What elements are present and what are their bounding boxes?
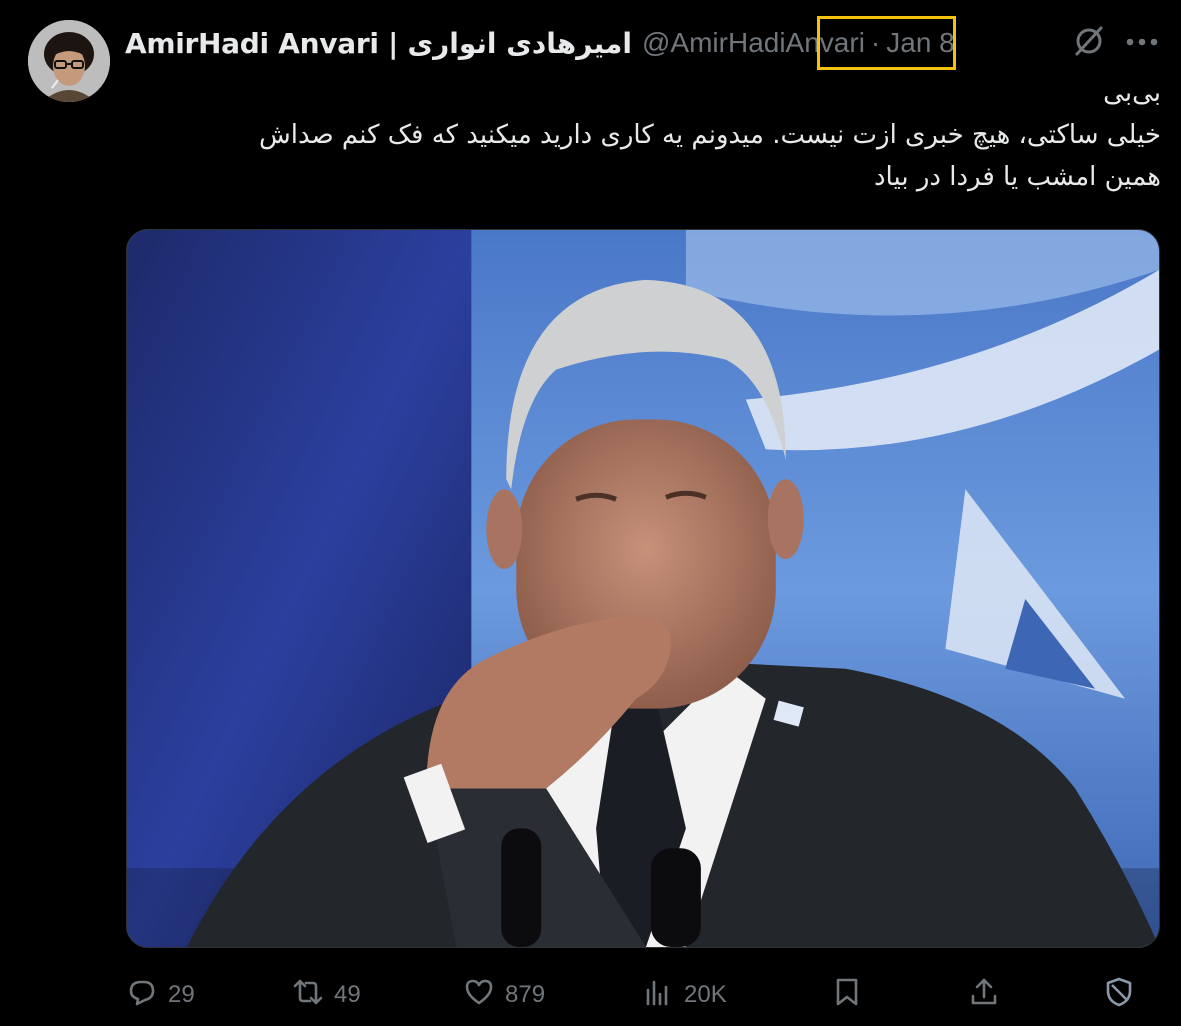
bookmark-button[interactable] [831,972,863,1018]
tweet-text: بی‌بی خیلی ساکتی، هیچ خبری ازت نیست. مید… [141,72,1161,198]
views-count: 20K [684,981,727,1008]
like-button[interactable]: 879 [463,972,545,1018]
bookmark-icon [831,976,863,1015]
reply-count: 29 [168,981,195,1008]
reply-icon [126,976,158,1015]
reply-button[interactable]: 29 [126,972,195,1018]
repost-count: 49 [334,981,361,1008]
like-count: 879 [505,981,546,1008]
avatar[interactable] [28,20,110,102]
share-icon [968,976,1000,1015]
more-button[interactable] [1120,22,1164,64]
grok-icon [1072,24,1106,63]
grok-button[interactable] [1068,22,1110,64]
action-bar: 29 49 879 20K [126,972,1160,1018]
views-icon [642,976,674,1015]
repost-icon [292,976,324,1015]
tweet-text-line: خیلی ساکتی، هیچ خبری ازت نیست. میدونم یه… [258,120,1161,150]
display-name[interactable]: AmirHadi Anvari | امیرهادی انواری [125,27,632,60]
repost-button[interactable]: 49 [292,972,361,1018]
more-horizontal-icon [1125,34,1159,52]
block-button[interactable] [1103,972,1135,1018]
block-icon [1103,976,1135,1015]
views-button[interactable]: 20K [642,972,727,1018]
tweet-text-line: بی‌بی [1103,78,1161,108]
tweet-text-line: همین امشب یا فردا در بیاد [873,162,1161,192]
tweet[interactable]: AmirHadi Anvari | امیرهادی انواری @AmirH… [0,0,1181,1026]
like-icon [463,976,495,1015]
date-highlight-box [817,16,956,70]
tweet-photo[interactable] [126,229,1160,948]
share-button[interactable] [968,972,1000,1018]
